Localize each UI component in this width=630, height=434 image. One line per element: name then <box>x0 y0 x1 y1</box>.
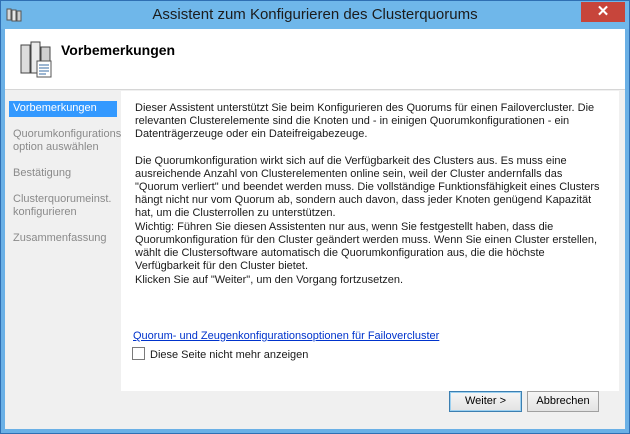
quorum-options-link[interactable]: Quorum- und Zeugenkonfigurationsoptionen… <box>133 330 439 342</box>
nav-step-bestaetigung[interactable]: Bestätigung <box>9 166 117 182</box>
wizard-window: Assistent zum Konfigurieren des Clusterq… <box>0 0 630 434</box>
nav-step-vorbemerkungen[interactable]: Vorbemerkungen <box>9 101 117 117</box>
dont-show-again-checkbox[interactable] <box>132 347 145 360</box>
window-title: Assistent zum Konfigurieren des Clusterq… <box>152 6 478 23</box>
close-button[interactable]: ✕ <box>581 2 625 22</box>
dont-show-again-row[interactable]: Diese Seite nicht mehr anzeigen <box>132 347 308 361</box>
intro-paragraph: Dieser Assistent unterstützt Sie beim Ko… <box>135 102 595 140</box>
cluster-servers-icon <box>20 41 52 78</box>
warning-paragraph: Wichtig: Führen Sie diesen Assistenten n… <box>135 221 598 272</box>
cancel-button[interactable]: Abbrechen <box>527 391 599 412</box>
page-title: Vorbemerkungen <box>61 42 176 58</box>
title-bar[interactable]: Assistent zum Konfigurieren des Clusterq… <box>1 1 629 29</box>
nav-step-configure[interactable]: Clusterquorumeinst. konfigurieren <box>9 192 117 221</box>
content-panel: Dieser Assistent unterstützt Sie beim Ko… <box>121 91 619 391</box>
dont-show-again-label: Diese Seite nicht mehr anzeigen <box>150 349 309 361</box>
quorum-paragraph: Die Quorumkonfiguration wirkt sich auf d… <box>135 155 600 219</box>
nav-step-quorum-option[interactable]: Quorumkonfigurations option auswählen <box>9 127 121 156</box>
wizard-step-nav: Vorbemerkungen Quorumkonfigurations opti… <box>9 101 121 257</box>
next-button[interactable]: Weiter > <box>449 391 522 412</box>
nav-step-summary[interactable]: Zusammenfassung <box>9 231 117 247</box>
continue-paragraph: Klicken Sie auf "Weiter", um den Vorgang… <box>135 274 404 286</box>
wizard-client-area: Vorbemerkungen Vorbemerkungen Quorumkonf… <box>5 29 625 429</box>
wizard-header: Vorbemerkungen <box>5 29 625 90</box>
